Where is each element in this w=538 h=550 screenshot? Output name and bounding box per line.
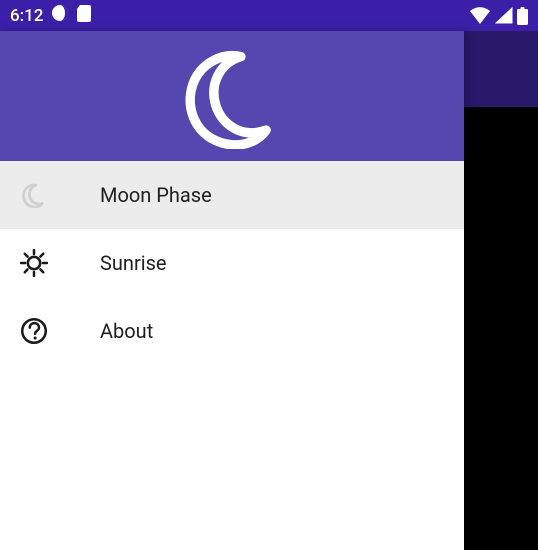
nav-item-about[interactable]: About [0,297,464,365]
status-bar-left: 6:12 [10,4,91,27]
status-bar: 6:12 [0,0,538,31]
moon-small-icon [20,181,48,209]
status-bar-right [469,7,528,25]
battery-icon [517,7,528,25]
navigation-drawer: Moon Phase Sun [0,31,464,550]
nav-item-label: About [100,319,153,343]
nav-item-moon-phase[interactable]: Moon Phase [0,161,464,229]
nav-item-label: Sunrise [100,251,167,275]
nav-item-sunrise[interactable]: Sunrise [0,229,464,297]
drawer-header [0,31,464,161]
question-icon [20,317,48,345]
wifi-icon [469,7,491,25]
status-time: 6:12 [10,6,43,26]
drawer-nav-list: Moon Phase Sun [0,161,464,550]
status-circle-icon [51,4,69,27]
nav-item-label: Moon Phase [100,183,212,207]
cellular-icon [495,7,513,24]
moon-icon [180,44,285,149]
sun-icon [20,249,48,277]
sd-card-icon [77,5,91,27]
